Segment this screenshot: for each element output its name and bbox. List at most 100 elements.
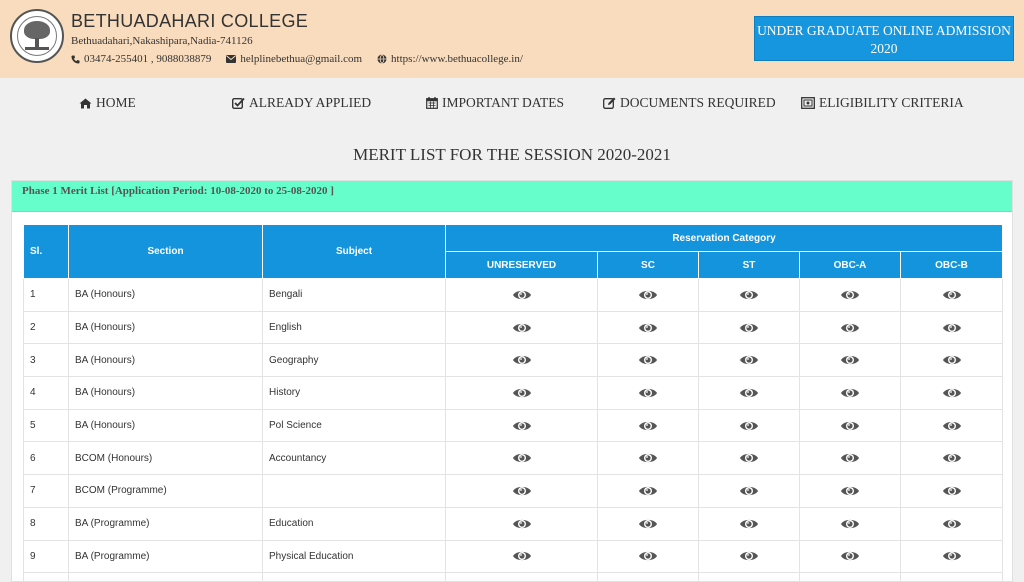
- view-sc-eye-icon[interactable]: [638, 419, 658, 433]
- cell-unreserved: [445, 572, 598, 582]
- view-obc-a-eye-icon[interactable]: [840, 451, 860, 465]
- certificate-icon: [801, 97, 815, 109]
- view-obc-b-eye-icon[interactable]: [942, 451, 962, 465]
- cell-section: BCOM (Honours): [68, 441, 263, 476]
- cell-section: BA (Honours): [68, 376, 263, 410]
- table-row: 9 BA (Programme) Physical Education: [23, 539, 1003, 574]
- view-unreserved-eye-icon[interactable]: [512, 517, 532, 531]
- cell-st: [698, 343, 800, 378]
- cell-obc-a: [799, 310, 901, 345]
- view-obc-b-eye-icon[interactable]: [942, 288, 962, 302]
- table-row: 8 BA (Programme) Education: [23, 506, 1003, 541]
- cell-obc-b: [900, 376, 1003, 410]
- view-st-eye-icon[interactable]: [739, 321, 759, 335]
- view-unreserved-eye-icon[interactable]: [512, 451, 532, 465]
- view-st-eye-icon[interactable]: [739, 451, 759, 465]
- header-st: ST: [698, 251, 800, 279]
- view-sc-eye-icon[interactable]: [638, 353, 658, 367]
- nav-item-eligibility-criteria[interactable]: ELIGIBILITY CRITERIA: [801, 95, 964, 111]
- nav-item-important-dates[interactable]: IMPORTANT DATES: [426, 95, 564, 111]
- cell-subject: Physical Education: [262, 539, 446, 574]
- cell-sl: 4: [23, 376, 69, 410]
- header-obc-a: OBC-A: [799, 251, 901, 279]
- view-obc-a-eye-icon[interactable]: [840, 353, 860, 367]
- page-title: MERIT LIST FOR THE SESSION 2020-2021: [353, 145, 671, 164]
- nav-item-documents-required[interactable]: DOCUMENTS REQUIRED: [603, 95, 776, 111]
- view-sc-eye-icon[interactable]: [638, 386, 658, 400]
- view-sc-eye-icon[interactable]: [638, 288, 658, 302]
- view-st-eye-icon[interactable]: [739, 517, 759, 531]
- view-obc-a-eye-icon[interactable]: [840, 419, 860, 433]
- view-obc-a-eye-icon[interactable]: [840, 321, 860, 335]
- view-obc-a-eye-icon[interactable]: [840, 517, 860, 531]
- view-unreserved-eye-icon[interactable]: [512, 353, 532, 367]
- view-sc-eye-icon[interactable]: [638, 549, 658, 563]
- view-obc-b-eye-icon[interactable]: [942, 517, 962, 531]
- view-obc-a-eye-icon[interactable]: [840, 549, 860, 563]
- globe-icon: [377, 54, 387, 64]
- contact-phone: 03474-255401 , 9088038879: [71, 53, 211, 65]
- view-st-eye-icon[interactable]: [739, 386, 759, 400]
- view-obc-a-eye-icon[interactable]: [840, 386, 860, 400]
- cell-sc: [597, 376, 699, 410]
- cell-obc-b: [900, 278, 1003, 312]
- cell-sc: [597, 408, 699, 443]
- cell-obc-a: [799, 278, 901, 312]
- website-link[interactable]: https://www.bethuacollege.in/: [391, 53, 523, 65]
- nav-item-home[interactable]: HOME: [79, 95, 136, 111]
- view-unreserved-eye-icon[interactable]: [512, 419, 532, 433]
- view-st-eye-icon[interactable]: [739, 549, 759, 563]
- nav-label-documents-required: DOCUMENTS REQUIRED: [620, 95, 776, 110]
- phone-text: 03474-255401 , 9088038879: [84, 53, 212, 65]
- cell-obc-a: [799, 441, 901, 476]
- cell-sl: 1: [23, 278, 69, 312]
- cell-unreserved: [445, 343, 598, 378]
- cell-obc-b: [900, 474, 1003, 508]
- view-unreserved-eye-icon[interactable]: [512, 386, 532, 400]
- view-st-eye-icon[interactable]: [739, 484, 759, 498]
- view-obc-b-eye-icon[interactable]: [942, 321, 962, 335]
- cell-sc: [597, 343, 699, 378]
- cell-sl: 5: [23, 408, 69, 443]
- view-sc-eye-icon[interactable]: [638, 484, 658, 498]
- view-obc-a-eye-icon[interactable]: [840, 484, 860, 498]
- cell-obc-a: [799, 572, 901, 582]
- cell-sl: 6: [23, 441, 69, 476]
- view-st-eye-icon[interactable]: [739, 353, 759, 367]
- cell-obc-b: [900, 310, 1003, 345]
- edit-icon: [603, 97, 616, 109]
- table-row: 3 BA (Honours) Geography: [23, 343, 1003, 378]
- view-obc-b-eye-icon[interactable]: [942, 386, 962, 400]
- cell-obc-a: [799, 539, 901, 574]
- table-row: 6 BCOM (Honours) Accountancy: [23, 441, 1003, 476]
- view-obc-b-eye-icon[interactable]: [942, 353, 962, 367]
- cell-section: BA (Honours): [68, 408, 263, 443]
- nav-item-already-applied[interactable]: ALREADY APPLIED: [232, 95, 371, 111]
- admission-button[interactable]: UNDER GRADUATE ONLINE ADMISSION 2020: [754, 16, 1014, 61]
- email-link[interactable]: helplinebethua@gmail.com: [240, 53, 362, 65]
- header-sc: SC: [597, 251, 699, 279]
- view-unreserved-eye-icon[interactable]: [512, 288, 532, 302]
- view-obc-b-eye-icon[interactable]: [942, 419, 962, 433]
- view-unreserved-eye-icon[interactable]: [512, 321, 532, 335]
- contact-website: https://www.bethuacollege.in/: [377, 53, 523, 65]
- view-unreserved-eye-icon[interactable]: [512, 484, 532, 498]
- nav-label-eligibility-criteria: ELIGIBILITY CRITERIA: [819, 95, 964, 110]
- view-st-eye-icon[interactable]: [739, 288, 759, 302]
- view-sc-eye-icon[interactable]: [638, 321, 658, 335]
- cell-sl: 3: [23, 343, 69, 378]
- cell-st: [698, 376, 800, 410]
- cell-subject: Bengali: [262, 278, 446, 312]
- cell-obc-a: [799, 408, 901, 443]
- contact-email: helplinebethua@gmail.com: [226, 53, 362, 65]
- view-obc-a-eye-icon[interactable]: [840, 288, 860, 302]
- cell-section: BA (Programme): [68, 539, 263, 574]
- view-sc-eye-icon[interactable]: [638, 451, 658, 465]
- merit-list-panel: Phase 1 Merit List [Application Period: …: [11, 180, 1013, 582]
- view-obc-b-eye-icon[interactable]: [942, 549, 962, 563]
- view-unreserved-eye-icon[interactable]: [512, 549, 532, 563]
- view-st-eye-icon[interactable]: [739, 419, 759, 433]
- main-nav: HOME ALREADY APPLIED IMPORTANT DATES DOC…: [0, 78, 1024, 128]
- view-sc-eye-icon[interactable]: [638, 517, 658, 531]
- view-obc-b-eye-icon[interactable]: [942, 484, 962, 498]
